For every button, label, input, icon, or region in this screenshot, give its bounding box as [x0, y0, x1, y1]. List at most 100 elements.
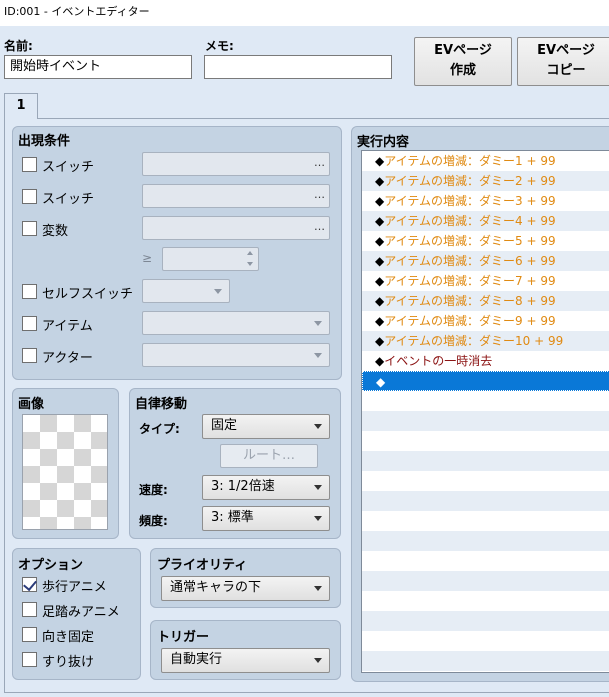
list-item[interactable]: ◆イベントの一時消去	[362, 351, 609, 371]
list-item[interactable]: ◆アイテムの増減：ダミー4 + 99	[362, 211, 609, 231]
diamond-icon: ◆	[376, 375, 386, 389]
diamond-icon: ◆	[375, 274, 385, 288]
variable-value-spinner[interactable]	[162, 247, 259, 271]
character-image-preview[interactable]	[22, 414, 108, 530]
item-checkbox[interactable]	[22, 316, 37, 331]
ev-page-copy-label-1: EVページ	[537, 43, 595, 58]
self-switch-checkbox[interactable]	[22, 284, 37, 299]
command-text: アイテムの増減：ダミー10 + 99	[384, 334, 564, 348]
list-item[interactable]: ◆アイテムの増減：ダミー8 + 99	[362, 291, 609, 311]
priority-title: プライオリティ	[157, 558, 248, 573]
switch1-checkbox[interactable]	[22, 157, 37, 172]
list-empty-row	[362, 471, 609, 491]
list-item[interactable]: ◆アイテムの増減：ダミー9 + 99	[362, 311, 609, 331]
walking-anim-label: 歩行アニメ	[42, 580, 107, 595]
list-empty-row	[362, 571, 609, 591]
item-label: アイテム	[42, 319, 93, 334]
diamond-icon: ◆	[375, 174, 385, 188]
list-empty-row	[362, 651, 609, 671]
actor-dropdown[interactable]	[142, 343, 330, 367]
direction-fix-checkbox[interactable]	[22, 627, 37, 642]
list-empty-row	[362, 591, 609, 611]
item-dropdown[interactable]	[142, 311, 330, 335]
direction-fix-label: 向き固定	[42, 630, 95, 645]
name-label: 名前:	[4, 39, 33, 53]
move-type-dropdown[interactable]: 固定	[202, 414, 330, 439]
command-text: アイテムの増減：ダミー1 + 99	[384, 154, 556, 168]
speed-value: 3: 1/2倍速	[211, 479, 275, 494]
walking-anim-checkbox[interactable]	[22, 577, 37, 592]
list-item[interactable]: ◆アイテムの増減：ダミー3 + 99	[362, 191, 609, 211]
switch1-select[interactable]: …	[142, 152, 330, 176]
move-type-value: 固定	[211, 418, 238, 433]
list-empty-row	[362, 631, 609, 651]
move-type-label: タイプ:	[139, 422, 180, 436]
through-checkbox[interactable]	[22, 652, 37, 667]
list-item[interactable]: ◆アイテムの増減：ダミー6 + 99	[362, 251, 609, 271]
image-title: 画像	[18, 397, 45, 412]
window-title: ID:001 - イベントエディター	[0, 0, 609, 26]
variable-checkbox[interactable]	[22, 221, 37, 236]
trigger-dropdown[interactable]: 自動実行	[161, 648, 330, 673]
frequency-dropdown[interactable]: 3: 標準	[202, 506, 330, 531]
list-item[interactable]: ◆アイテムの増減：ダミー7 + 99	[362, 271, 609, 291]
command-text: アイテムの増減：ダミー6 + 99	[384, 254, 556, 268]
memo-label: メモ:	[205, 39, 234, 53]
name-field[interactable]: 開始時イベント	[4, 55, 192, 79]
spin-down-icon[interactable]	[247, 262, 253, 266]
list-empty-row	[362, 491, 609, 511]
gte-symbol: ≥	[142, 251, 153, 265]
list-item-selected[interactable]: ◆	[362, 371, 609, 391]
list-item[interactable]: ◆アイテムの増減：ダミー10 + 99	[362, 331, 609, 351]
route-button[interactable]: ルート…	[220, 444, 318, 468]
list-empty-row	[362, 391, 609, 411]
ev-page-create-button[interactable]: EVページ 作成	[414, 37, 512, 86]
command-text: アイテムの増減：ダミー4 + 99	[384, 214, 556, 228]
command-text: アイテムの増減：ダミー9 + 99	[384, 314, 556, 328]
movement-title: 自律移動	[135, 397, 188, 412]
variable-label: 変数	[42, 224, 69, 239]
command-text: イベントの一時消去	[384, 354, 493, 368]
contents-title: 実行内容	[357, 135, 410, 150]
chevron-down-icon	[314, 353, 322, 358]
actor-checkbox[interactable]	[22, 348, 37, 363]
chevron-down-icon	[314, 658, 322, 663]
diamond-icon: ◆	[375, 314, 385, 328]
diamond-icon: ◆	[375, 194, 385, 208]
switch2-select[interactable]: …	[142, 184, 330, 208]
ev-page-create-label-1: EVページ	[434, 43, 492, 58]
actor-label: アクター	[42, 351, 93, 366]
list-empty-row	[362, 531, 609, 551]
stepping-anim-checkbox[interactable]	[22, 602, 37, 617]
speed-label: 速度:	[139, 483, 168, 497]
list-empty-row	[362, 431, 609, 451]
tab-page-1[interactable]: 1	[4, 93, 38, 119]
conditions-title: 出現条件	[18, 134, 71, 149]
switch2-checkbox[interactable]	[22, 189, 37, 204]
priority-dropdown[interactable]: 通常キャラの下	[161, 576, 330, 601]
speed-dropdown[interactable]: 3: 1/2倍速	[202, 475, 330, 500]
self-switch-dropdown[interactable]	[142, 279, 230, 303]
chevron-down-icon	[314, 516, 322, 521]
variable-select[interactable]: …	[142, 216, 330, 240]
list-item[interactable]: ◆アイテムの増減：ダミー1 + 99	[362, 151, 609, 171]
through-label: すり抜け	[42, 655, 95, 670]
command-text: アイテムの増減：ダミー3 + 99	[384, 194, 556, 208]
memo-field[interactable]	[204, 55, 392, 79]
ev-page-copy-button[interactable]: EVページ コピー	[517, 37, 609, 86]
command-list[interactable]: ◆アイテムの増減：ダミー1 + 99 ◆アイテムの増減：ダミー2 + 99 ◆ア…	[361, 150, 609, 673]
chevron-down-icon	[214, 289, 222, 294]
list-empty-row	[362, 611, 609, 631]
list-item[interactable]: ◆アイテムの増減：ダミー5 + 99	[362, 231, 609, 251]
chevron-down-icon	[314, 586, 322, 591]
list-item[interactable]: ◆アイテムの増減：ダミー2 + 99	[362, 171, 609, 191]
chevron-down-icon	[314, 485, 322, 490]
diamond-icon: ◆	[375, 354, 385, 368]
command-text: アイテムの増減：ダミー2 + 99	[384, 174, 556, 188]
list-empty-row	[362, 551, 609, 571]
ev-page-create-label-2: 作成	[449, 63, 476, 78]
spin-up-icon[interactable]	[247, 251, 253, 255]
self-switch-label: セルフスイッチ	[42, 287, 134, 302]
list-empty-row	[362, 411, 609, 431]
diamond-icon: ◆	[375, 294, 385, 308]
